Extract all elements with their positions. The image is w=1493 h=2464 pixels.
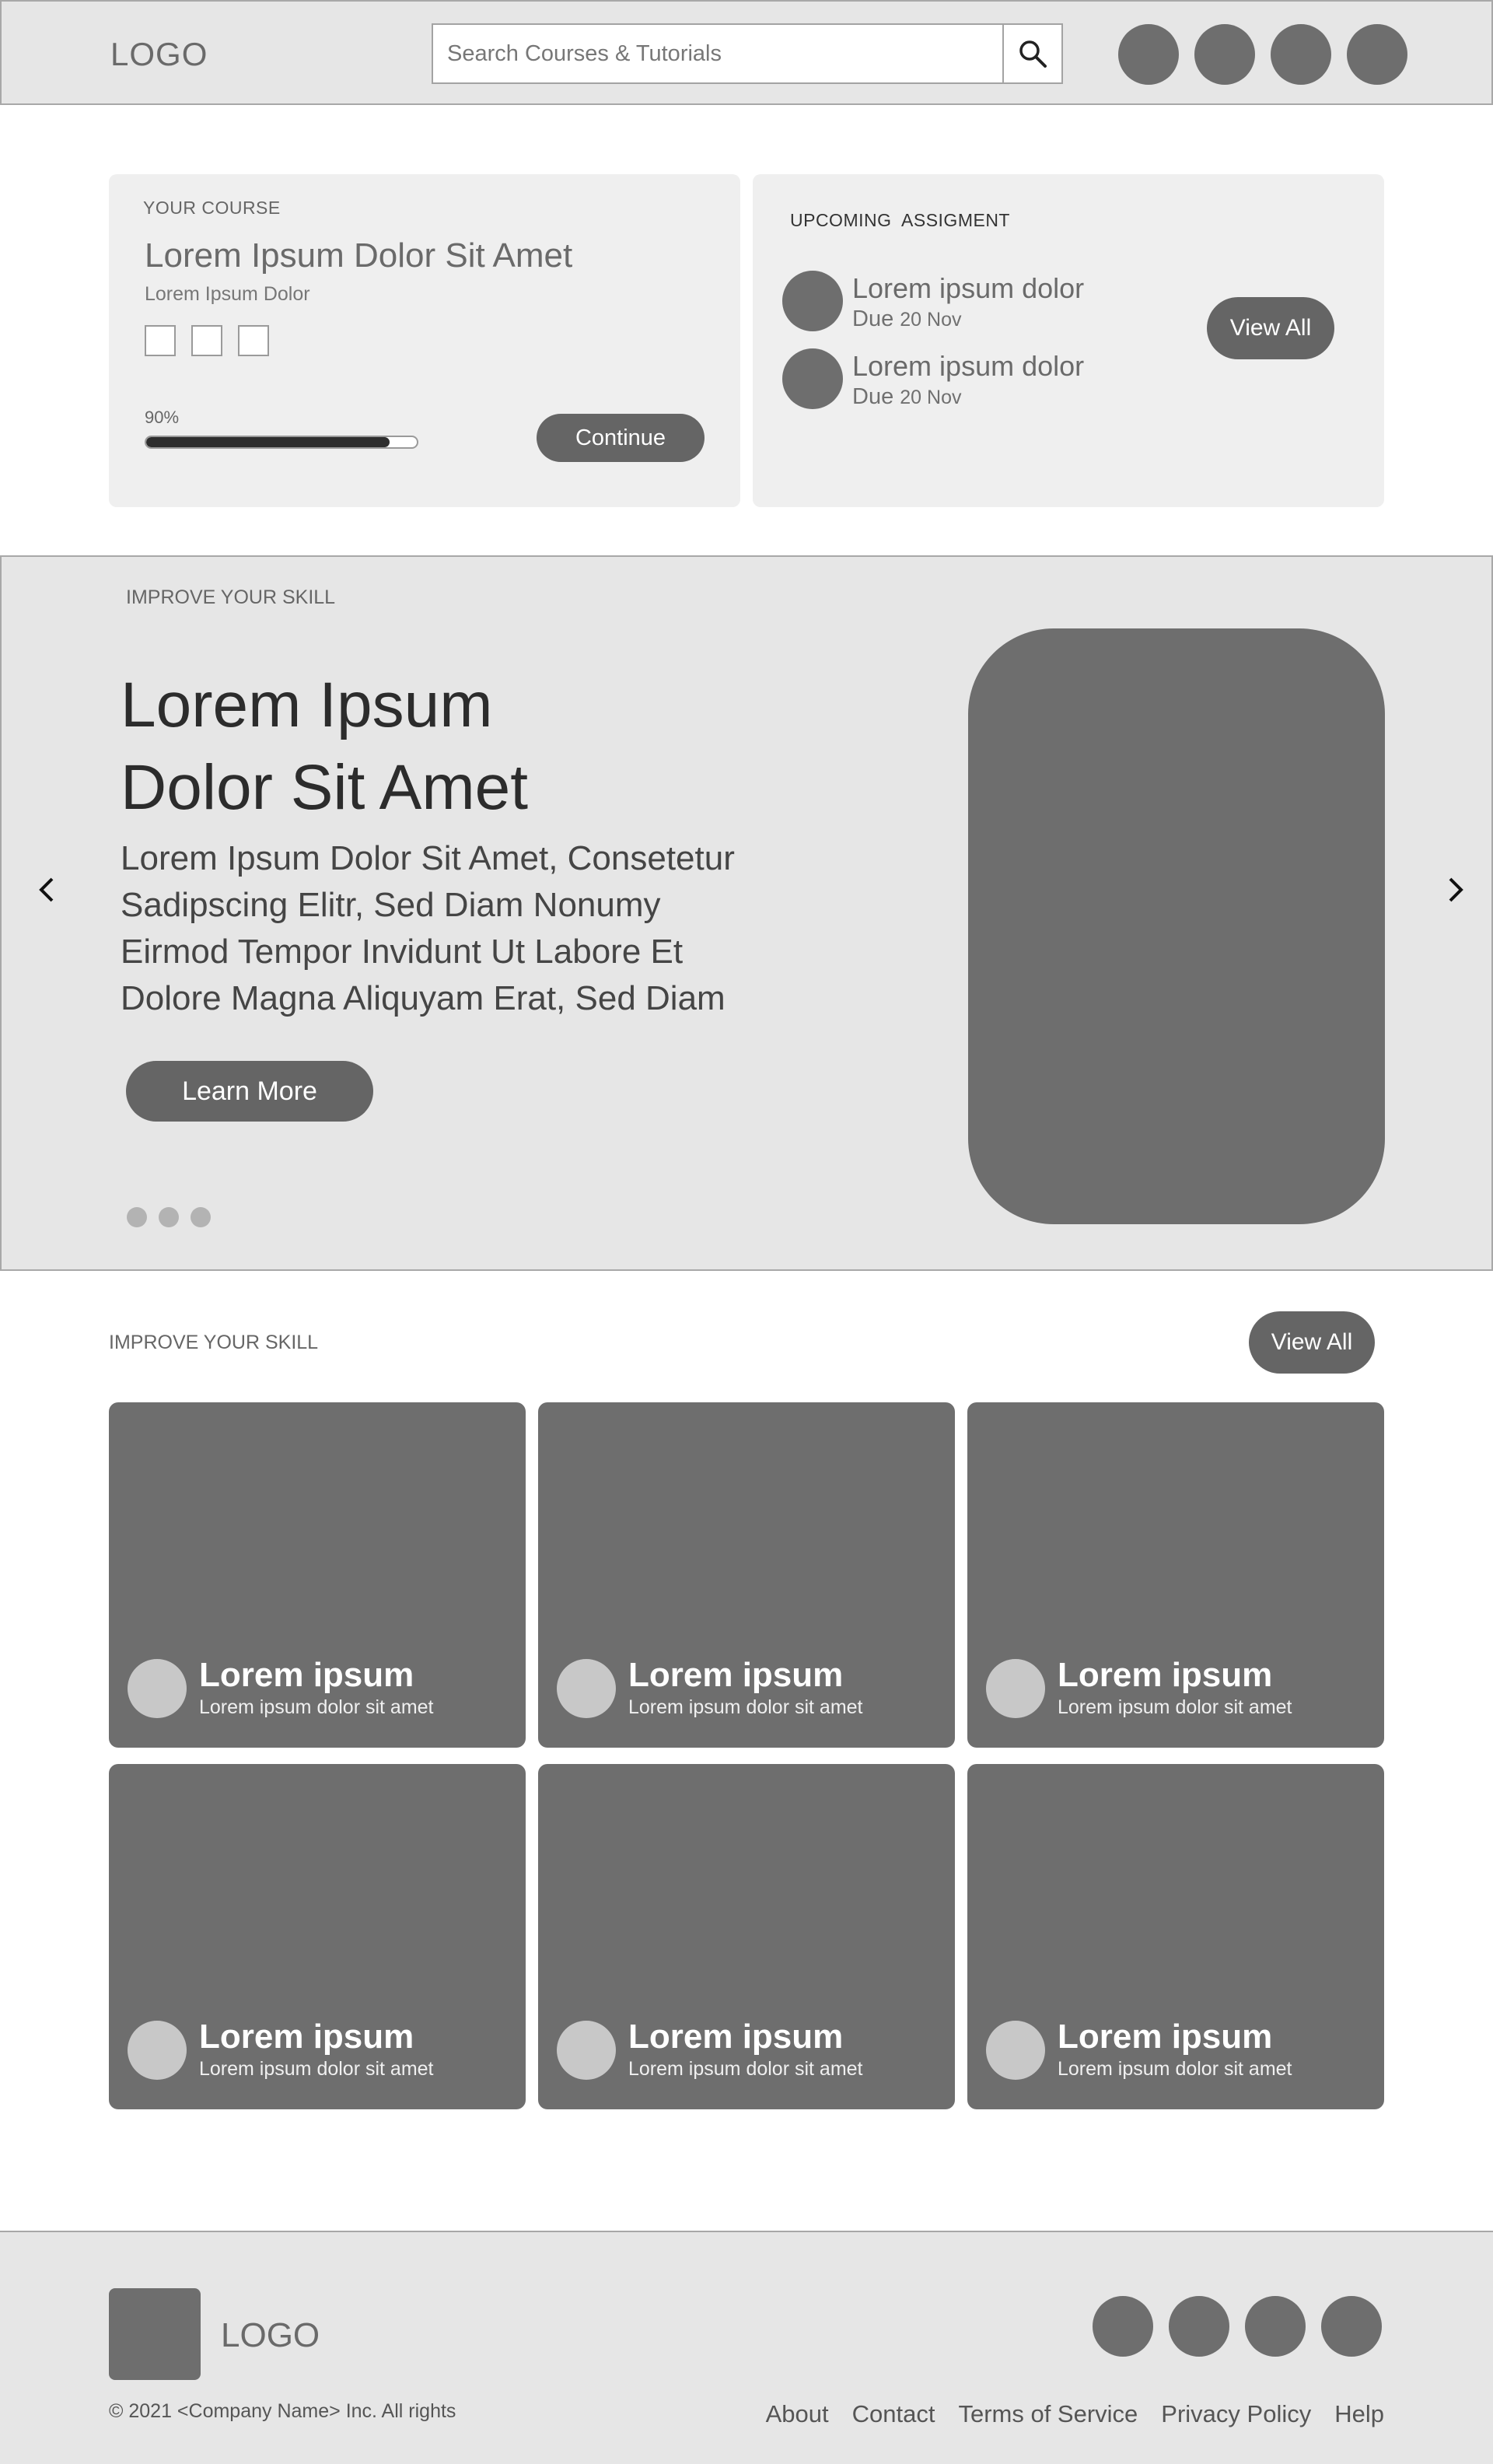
assignment-due: Due 20 Nov <box>852 384 962 409</box>
assignment-name: Lorem ipsum dolor <box>852 350 1085 382</box>
tile-avatar <box>557 1659 616 1718</box>
tile-subtitle: Lorem ipsum dolor sit amet <box>1058 2058 1292 2080</box>
hero-image-placeholder <box>968 628 1385 1224</box>
your-course-card: YOUR COURSE Lorem Ipsum Dolor Sit Amet L… <box>109 174 740 507</box>
hero-title-line-2: Dolor Sit Amet <box>121 752 529 823</box>
course-kicker: YOUR COURSE <box>143 198 281 218</box>
social-icon-3[interactable] <box>1245 2296 1306 2357</box>
carousel-prev-button[interactable] <box>31 866 62 913</box>
upcoming-assignment-card: UPCOMING ASSIGMENT Lorem ipsum dolor Due… <box>753 174 1384 507</box>
tile-avatar <box>986 1659 1045 1718</box>
hero-title-line-1: Lorem Ipsum <box>121 670 493 740</box>
header-icon-4[interactable] <box>1347 24 1407 85</box>
hero-kicker: IMPROVE YOUR SKILL <box>126 586 336 608</box>
footer-copyright: © 2021 <Company Name> Inc. All rights <box>109 2400 456 2422</box>
assignment-name: Lorem ipsum dolor <box>852 272 1085 304</box>
skill-tile[interactable]: Lorem ipsum Lorem ipsum dolor sit amet <box>109 1764 526 2109</box>
tile-title: Lorem ipsum <box>199 2018 414 2056</box>
course-title[interactable]: Lorem Ipsum Dolor Sit Amet <box>145 236 572 275</box>
lesson-checkbox-3[interactable] <box>238 325 269 356</box>
course-subtitle: Lorem Ipsum Dolor <box>145 283 310 305</box>
assignment-item[interactable]: Lorem ipsum dolor Due 20 Nov <box>782 271 1156 333</box>
skill-tile[interactable]: Lorem ipsum Lorem ipsum dolor sit amet <box>538 1402 955 1748</box>
tile-subtitle: Lorem ipsum dolor sit amet <box>628 2058 863 2080</box>
social-icon-4[interactable] <box>1321 2296 1382 2357</box>
social-icon-1[interactable] <box>1093 2296 1153 2357</box>
chevron-left-icon <box>39 877 54 902</box>
footer-links: About Contact Terms of Service Privacy P… <box>766 2400 1384 2428</box>
assignments-view-all-button[interactable]: View All <box>1207 297 1334 359</box>
carousel-dot-1[interactable] <box>127 1207 147 1227</box>
hero-description-line: Sadipscing Elitr, Sed Diam Nonumy <box>121 886 661 924</box>
hero-description-line: Lorem Ipsum Dolor Sit Amet, Consetetur <box>121 839 735 877</box>
header-icon-2[interactable] <box>1194 24 1255 85</box>
tile-title: Lorem ipsum <box>628 1656 844 1694</box>
header-logo[interactable]: LOGO <box>110 36 208 73</box>
skills-section-title: IMPROVE YOUR SKILL <box>109 1332 319 1353</box>
skill-tile[interactable]: Lorem ipsum Lorem ipsum dolor sit amet <box>109 1402 526 1748</box>
hero-description-line: Eirmod Tempor Invidunt Ut Labore Et <box>121 933 684 971</box>
course-progress-bar <box>145 436 418 449</box>
tile-title: Lorem ipsum <box>628 2018 844 2056</box>
header-icon-1[interactable] <box>1118 24 1179 85</box>
carousel-dot-3[interactable] <box>191 1207 211 1227</box>
tile-avatar <box>557 2021 616 2080</box>
assignment-due: Due 20 Nov <box>852 306 962 331</box>
assignment-avatar <box>782 348 843 409</box>
tile-avatar <box>128 1659 187 1718</box>
hero-description: Lorem Ipsum Dolor Sit Amet, Consetetur S… <box>121 835 774 1022</box>
hero-carousel: IMPROVE YOUR SKILL Lorem Ipsum Dolor Sit… <box>0 555 1493 1271</box>
tile-title: Lorem ipsum <box>1058 2018 1273 2056</box>
chevron-right-icon <box>1449 877 1463 902</box>
carousel-dot-2[interactable] <box>159 1207 179 1227</box>
skills-view-all-button[interactable]: View All <box>1249 1311 1375 1374</box>
page-footer: LOGO © 2021 <Company Name> Inc. All righ… <box>0 2231 1493 2464</box>
learn-more-button[interactable]: Learn More <box>126 1061 373 1122</box>
footer-logo-mark[interactable] <box>109 2288 201 2380</box>
search-button[interactable] <box>1002 25 1061 82</box>
tile-title: Lorem ipsum <box>199 1656 414 1694</box>
tile-subtitle: Lorem ipsum dolor sit amet <box>1058 1696 1292 1718</box>
search-icon <box>1019 40 1047 68</box>
search-input[interactable] <box>433 25 1004 82</box>
footer-link-help[interactable]: Help <box>1334 2400 1384 2428</box>
top-header: LOGO <box>0 0 1493 105</box>
footer-logo[interactable]: LOGO <box>221 2316 320 2355</box>
tile-avatar <box>986 2021 1045 2080</box>
tile-subtitle: Lorem ipsum dolor sit amet <box>199 2058 434 2080</box>
lesson-checkbox-1[interactable] <box>145 325 176 356</box>
hero-description-line: Dolore Magna Aliquyam Erat, Sed Diam <box>121 979 726 1017</box>
carousel-next-button[interactable] <box>1440 866 1471 913</box>
skill-tile[interactable]: Lorem ipsum Lorem ipsum dolor sit amet <box>967 1764 1384 2109</box>
tile-subtitle: Lorem ipsum dolor sit amet <box>628 1696 863 1718</box>
assignment-avatar <box>782 271 843 331</box>
footer-link-contact[interactable]: Contact <box>852 2400 935 2428</box>
skill-tile[interactable]: Lorem ipsum Lorem ipsum dolor sit amet <box>538 1764 955 2109</box>
assignment-kicker: UPCOMING ASSIGMENT <box>790 210 1010 230</box>
tile-avatar <box>128 2021 187 2080</box>
social-icon-2[interactable] <box>1169 2296 1229 2357</box>
tile-subtitle: Lorem ipsum dolor sit amet <box>199 1696 434 1718</box>
footer-link-terms[interactable]: Terms of Service <box>958 2400 1138 2428</box>
tile-title: Lorem ipsum <box>1058 1656 1273 1694</box>
hero-title: Lorem Ipsum Dolor Sit Amet <box>121 664 528 829</box>
footer-link-about[interactable]: About <box>766 2400 829 2428</box>
lesson-checkbox-2[interactable] <box>191 325 222 356</box>
search-bar <box>432 23 1063 84</box>
footer-link-privacy[interactable]: Privacy Policy <box>1161 2400 1311 2428</box>
progress-percent: 90% <box>145 408 180 427</box>
skill-tile[interactable]: Lorem ipsum Lorem ipsum dolor sit amet <box>967 1402 1384 1748</box>
header-icon-3[interactable] <box>1271 24 1331 85</box>
progress-fill <box>146 437 390 447</box>
assignment-item[interactable]: Lorem ipsum dolor Due 20 Nov <box>782 348 1156 411</box>
continue-button[interactable]: Continue <box>537 414 705 462</box>
